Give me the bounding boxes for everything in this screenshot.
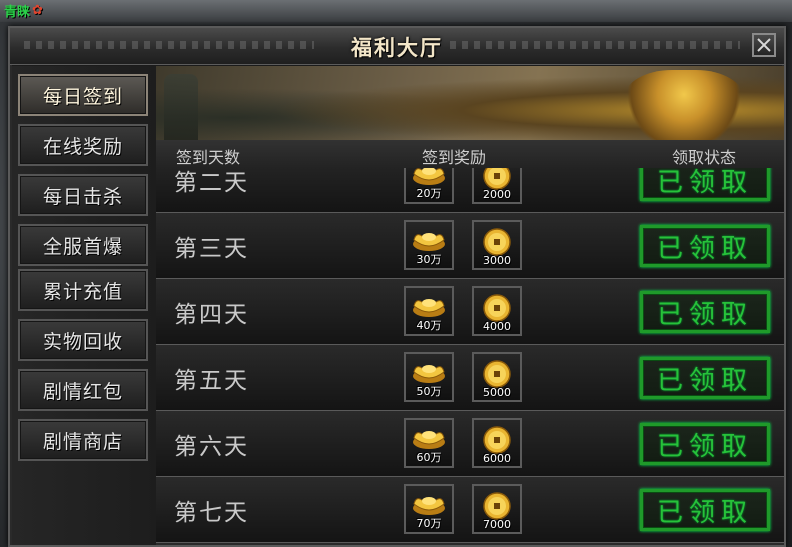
table-row: 第六天 60万 6000 已领取	[156, 411, 784, 477]
table-row: 第七天 70万 7000 已领取	[156, 477, 784, 543]
golden-idol-image	[624, 70, 744, 140]
coin-amount: 3000	[483, 254, 511, 267]
coin-amount: 5000	[483, 386, 511, 399]
coin-amount: 6000	[483, 452, 511, 465]
coin-amount: 7000	[483, 518, 511, 531]
ingot-reward[interactable]: 50万	[404, 352, 454, 402]
header-reward: 签到奖励	[422, 148, 487, 167]
top-hud-strip	[0, 0, 792, 22]
tab-label: 在线奖励	[42, 135, 123, 158]
tab-online-reward[interactable]: 在线奖励	[18, 124, 148, 166]
header-status: 领取状态	[672, 148, 737, 167]
window-title: 福利大厅	[351, 35, 443, 60]
tab-label: 剧情商店	[42, 430, 123, 453]
ingot-reward[interactable]: 70万	[404, 484, 454, 534]
claimed-status: 已领取	[640, 489, 770, 531]
coin-reward[interactable]: 4000	[472, 286, 522, 336]
ingot-amount: 40万	[416, 319, 442, 332]
tab-label: 全服首爆	[42, 235, 123, 258]
day-label: 第五天	[174, 368, 249, 394]
claimed-status: 已领取	[640, 423, 770, 465]
checkin-list[interactable]: 第二天 20万 2000 已领取 第三天 30万 3000 已领取 第四天 40万 4000 已领取第…	[156, 168, 784, 545]
tab-label: 每日签到	[42, 85, 123, 108]
table-header: 签到天数 签到奖励 领取状态	[156, 140, 784, 169]
tab-label: 累计充值	[42, 280, 123, 303]
table-row: 第二天 20万 2000 已领取	[156, 168, 784, 213]
claimed-status: 已领取	[640, 168, 770, 201]
close-button[interactable]	[752, 33, 776, 57]
day-label: 第三天	[174, 236, 249, 262]
corner-badge: 青睐 ✿	[0, 0, 47, 20]
day-label: 第六天	[174, 434, 249, 460]
claimed-status: 已领取	[640, 225, 770, 267]
header-day: 签到天数	[176, 148, 241, 167]
tab-story-shop[interactable]: 剧情商店	[18, 419, 148, 461]
tab-daily-checkin[interactable]: 每日签到	[18, 74, 148, 116]
day-label: 第七天	[174, 500, 249, 526]
tab-story-red-packet[interactable]: 剧情红包	[18, 369, 148, 411]
day-label: 第二天	[174, 170, 249, 196]
ingot-reward[interactable]: 20万	[404, 168, 454, 204]
tab-label: 剧情红包	[42, 380, 123, 403]
table-row: 第四天 40万 4000 已领取	[156, 279, 784, 345]
tab-label: 每日击杀	[42, 185, 123, 208]
welfare-hall-window: 福利大厅 每日签到 在线奖励 每日击杀 全服首爆 累计充值 实物回收 剧情红包	[8, 26, 786, 547]
ingot-reward[interactable]: 40万	[404, 286, 454, 336]
coin-reward[interactable]: 7000	[472, 484, 522, 534]
ingot-amount: 70万	[416, 517, 442, 530]
coin-reward[interactable]: 5000	[472, 352, 522, 402]
sidebar: 每日签到 在线奖励 每日击杀 全服首爆 累计充值 实物回收 剧情红包 剧情商店	[12, 66, 156, 545]
statue-image	[164, 74, 198, 140]
day-label: 第四天	[174, 302, 249, 328]
coin-amount: 4000	[483, 320, 511, 333]
claimed-status: 已领取	[640, 291, 770, 333]
claimed-status: 已领取	[640, 357, 770, 399]
tab-server-first-drop[interactable]: 全服首爆	[18, 224, 148, 266]
mascot-icon: ✿	[32, 2, 43, 18]
coin-reward[interactable]: 6000	[472, 418, 522, 468]
ingot-amount: 30万	[416, 253, 442, 266]
coin-reward[interactable]: 3000	[472, 220, 522, 270]
banner-image	[156, 66, 784, 140]
tab-item-recycle[interactable]: 实物回收	[18, 319, 148, 361]
ingot-reward[interactable]: 30万	[404, 220, 454, 270]
ingot-amount: 50万	[416, 385, 442, 398]
ingot-amount: 20万	[416, 187, 442, 200]
coin-amount: 2000	[483, 188, 511, 201]
table-row: 第三天 30万 3000 已领取	[156, 213, 784, 279]
table-row: 第五天 50万 5000 已领取	[156, 345, 784, 411]
ingot-reward[interactable]: 60万	[404, 418, 454, 468]
ingot-amount: 60万	[416, 451, 442, 464]
close-icon	[757, 38, 771, 52]
tab-cumulative-recharge[interactable]: 累计充值	[18, 269, 148, 311]
tab-label: 实物回收	[42, 330, 123, 353]
tab-daily-kill[interactable]: 每日击杀	[18, 174, 148, 216]
title-bar: 福利大厅	[10, 28, 784, 65]
corner-badge-text: 青睐	[4, 4, 31, 20]
coin-reward[interactable]: 2000	[472, 168, 522, 204]
